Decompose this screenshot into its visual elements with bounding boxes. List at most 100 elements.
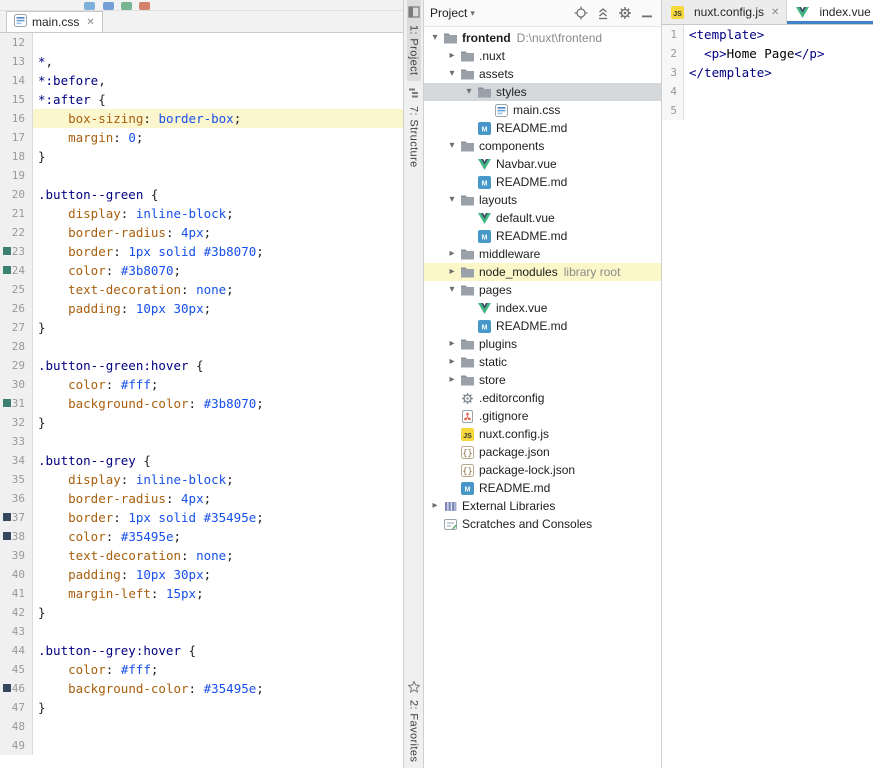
tree-toggle-icon[interactable]: ▾ [445, 281, 459, 299]
code-text[interactable]: padding: 10px 30px; [33, 299, 403, 318]
code-line[interactable]: 35 display: inline-block; [0, 470, 403, 489]
code-text[interactable]: background-color: #3b8070; [33, 394, 403, 413]
color-swatch[interactable] [3, 513, 11, 521]
code-text[interactable] [33, 337, 403, 356]
code-line[interactable]: 18} [0, 147, 403, 166]
tree-item-readme-md[interactable]: M README.md [424, 317, 661, 335]
left-editor[interactable]: 12 13 *, 14 *:before, 15 *:after {16 box-sizin… [0, 33, 403, 769]
code-text[interactable]: .button--grey:hover { [33, 641, 403, 660]
code-line[interactable]: 19 [0, 166, 403, 185]
tree-item-main-css[interactable]: main.css [424, 101, 661, 119]
tree-item-store[interactable]: ▸ store [424, 371, 661, 389]
code-line[interactable]: 28 [0, 337, 403, 356]
code-text[interactable]: border: 1px solid #3b8070; [33, 242, 403, 261]
code-text[interactable]: background-color: #35495e; [33, 679, 403, 698]
code-text[interactable]: } [33, 413, 403, 432]
code-text[interactable]: <template> [684, 25, 873, 44]
code-text[interactable]: } [33, 318, 403, 337]
code-text[interactable] [33, 33, 403, 52]
code-line[interactable]: 47} [0, 698, 403, 717]
tree-item-assets[interactable]: ▾ assets [424, 65, 661, 83]
tree-item--editorconfig[interactable]: .editorconfig [424, 389, 661, 407]
tree-toggle-icon[interactable]: ▾ [428, 29, 442, 47]
tree-toggle-icon[interactable]: ▸ [445, 353, 459, 371]
code-line[interactable]: 48 [0, 717, 403, 736]
code-line[interactable]: 21 display: inline-block; [0, 204, 403, 223]
toolbar-icon-fragment[interactable] [121, 2, 132, 10]
tree-item-readme-md[interactable]: M README.md [424, 173, 661, 191]
tree-item-layouts[interactable]: ▾ layouts [424, 191, 661, 209]
tree-item--nuxt[interactable]: ▸ .nuxt [424, 47, 661, 65]
tree-item-navbar-vue[interactable]: Navbar.vue [424, 155, 661, 173]
tree-toggle-icon[interactable]: ▸ [445, 47, 459, 65]
code-text[interactable]: .button--grey { [33, 451, 403, 470]
code-text[interactable]: margin-left: 15px; [33, 584, 403, 603]
tree-toggle-icon[interactable]: ▸ [445, 335, 459, 353]
code-text[interactable] [684, 82, 873, 101]
code-line[interactable]: 33 [0, 432, 403, 451]
code-text[interactable]: *:before, [33, 71, 403, 90]
tree-item-external-libraries[interactable]: ▸ External Libraries [424, 497, 661, 515]
code-line[interactable]: 13 *, [0, 52, 403, 71]
tab-index-vue[interactable]: index.vue✕ [787, 0, 873, 24]
tree-item-components[interactable]: ▾ components [424, 137, 661, 155]
code-line[interactable]: 49 [0, 736, 403, 755]
close-icon[interactable]: ✕ [771, 7, 779, 18]
code-line[interactable]: 42} [0, 603, 403, 622]
code-line[interactable]: 23 border: 1px solid #3b8070; [0, 242, 403, 261]
toolbar-icon-fragment[interactable] [84, 2, 95, 10]
tree-item--gitignore[interactable]: .gitignore [424, 407, 661, 425]
code-text[interactable]: color: #3b8070; [33, 261, 403, 280]
code-text[interactable]: text-decoration: none; [33, 546, 403, 565]
code-line[interactable]: 17 margin: 0; [0, 128, 403, 147]
code-line[interactable]: 44 .button--grey:hover { [0, 641, 403, 660]
code-line[interactable]: 39 text-decoration: none; [0, 546, 403, 565]
code-line[interactable]: 27} [0, 318, 403, 337]
tree-item-plugins[interactable]: ▸ plugins [424, 335, 661, 353]
hide-icon[interactable] [639, 5, 655, 21]
code-text[interactable]: *, [33, 52, 403, 71]
code-text[interactable]: margin: 0; [33, 128, 403, 147]
tree-item-index-vue[interactable]: index.vue [424, 299, 661, 317]
stripe-structure-button[interactable]: 7: Structure [407, 81, 421, 174]
code-text[interactable]: border-radius: 4px; [33, 223, 403, 242]
code-text[interactable] [33, 717, 403, 736]
code-text[interactable]: box-sizing: border-box; [33, 109, 403, 128]
code-line[interactable]: 4 [662, 82, 873, 101]
code-text[interactable] [33, 622, 403, 641]
tree-item-pages[interactable]: ▾ pages [424, 281, 661, 299]
code-text[interactable]: color: #fff; [33, 375, 403, 394]
color-swatch[interactable] [3, 532, 11, 540]
tree-toggle-icon[interactable]: ▸ [445, 371, 459, 389]
code-line[interactable]: 46 background-color: #35495e; [0, 679, 403, 698]
tree-item-styles[interactable]: ▾ styles [424, 83, 661, 101]
toolbar-icon-fragment[interactable] [139, 2, 150, 10]
project-title[interactable]: Project [430, 6, 467, 20]
close-icon[interactable]: ✕ [86, 17, 94, 28]
code-text[interactable]: } [33, 698, 403, 717]
right-editor[interactable]: 1 <template> 2 <p>Home Page</p> 3 </template… [662, 25, 873, 768]
code-text[interactable]: border: 1px solid #35495e; [33, 508, 403, 527]
collapse-all-icon[interactable] [595, 5, 611, 21]
locate-icon[interactable] [573, 5, 589, 21]
tree-item-readme-md[interactable]: M README.md [424, 227, 661, 245]
code-text[interactable] [33, 432, 403, 451]
tree-toggle-icon[interactable]: ▾ [445, 137, 459, 155]
code-line[interactable]: 38 color: #35495e; [0, 527, 403, 546]
tree-item-package-json[interactable]: {} package.json [424, 443, 661, 461]
code-text[interactable]: border-radius: 4px; [33, 489, 403, 508]
code-line[interactable]: 32} [0, 413, 403, 432]
code-line[interactable]: 24 color: #3b8070; [0, 261, 403, 280]
tree-item-package-lock-json[interactable]: {} package-lock.json [424, 461, 661, 479]
code-text[interactable]: .button--green:hover { [33, 356, 403, 375]
tree-item-static[interactable]: ▸ static [424, 353, 661, 371]
tree-item-nuxt-config-js[interactable]: JS nuxt.config.js [424, 425, 661, 443]
code-text[interactable]: color: #35495e; [33, 527, 403, 546]
stripe-favorites-button[interactable]: 2: Favorites [406, 675, 421, 768]
code-text[interactable]: text-decoration: none; [33, 280, 403, 299]
tree-toggle-icon[interactable]: ▾ [445, 191, 459, 209]
code-line[interactable]: 3 </template> [662, 63, 873, 82]
tree-item-middleware[interactable]: ▸ middleware [424, 245, 661, 263]
code-line[interactable]: 12 [0, 33, 403, 52]
code-text[interactable]: } [33, 147, 403, 166]
